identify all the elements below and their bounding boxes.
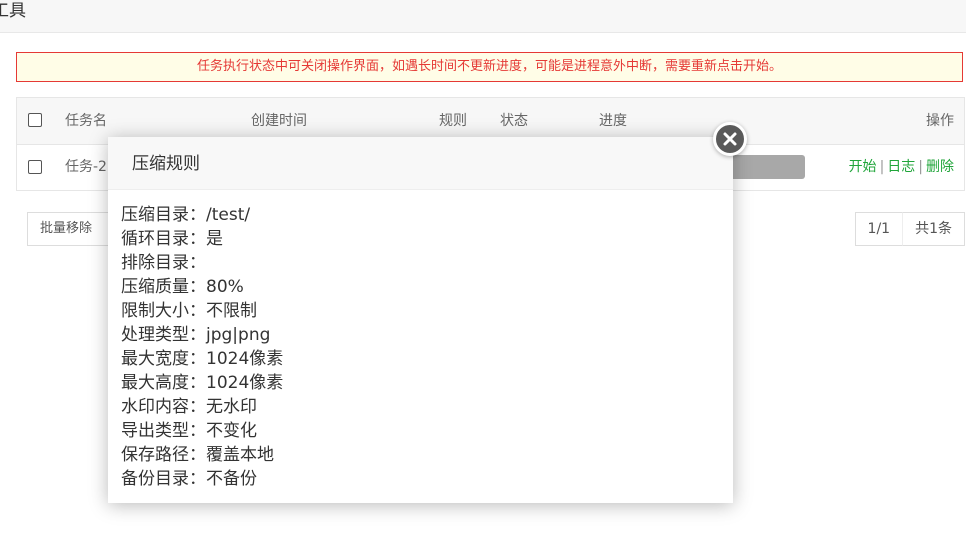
delete-link[interactable]: 删除: [926, 159, 954, 175]
row-checkbox[interactable]: [28, 160, 42, 174]
rule-value: 是: [206, 229, 223, 249]
compression-rule-dialog: 压缩规则 压缩目录：/test/ 循环目录：是 排除目录： 压缩质量：80% 限…: [108, 137, 733, 503]
page-title: 工具: [0, 1, 26, 21]
rule-label: 水印内容：: [121, 397, 206, 417]
rule-row: 最大宽度：1024像素: [121, 347, 733, 371]
rule-label: 保存路径：: [121, 445, 206, 465]
dialog-title: 压缩规则: [132, 154, 200, 174]
rule-value: 不备份: [206, 469, 257, 489]
rule-label: 最大高度：: [121, 373, 206, 393]
rule-row: 备份目录：不备份: [121, 467, 733, 491]
rule-label: 最大宽度：: [121, 349, 206, 369]
rule-label: 循环目录：: [121, 229, 206, 249]
dialog-body: 压缩目录：/test/ 循环目录：是 排除目录： 压缩质量：80% 限制大小：不…: [108, 190, 733, 491]
rule-value: 无水印: [206, 397, 257, 417]
rule-value: /test/: [206, 205, 251, 225]
close-icon: [723, 132, 737, 146]
rule-row: 处理类型：jpg|png: [121, 323, 733, 347]
rule-value: 1024像素: [206, 349, 284, 369]
rule-value: 1024像素: [206, 373, 284, 393]
warning-alert: 任务执行状态中可关闭操作界面，如遇长时间不更新进度，可能是进程意外中断，需要重新…: [16, 52, 963, 82]
start-link[interactable]: 开始: [849, 159, 877, 175]
rule-label: 排除目录：: [121, 253, 206, 273]
action-separator: |: [879, 159, 885, 175]
rule-row: 保存路径：覆盖本地: [121, 443, 733, 467]
total-count: 共1条: [902, 212, 965, 246]
dialog-header: 压缩规则: [108, 137, 733, 190]
rule-label: 备份目录：: [121, 469, 206, 489]
rule-row: 最大高度：1024像素: [121, 371, 733, 395]
rule-row: 循环目录：是: [121, 227, 733, 251]
rule-row: 压缩质量：80%: [121, 275, 733, 299]
task-name: 任务-2: [65, 159, 107, 175]
pagination: 1/1 共1条: [854, 212, 965, 246]
column-header-actions: 操作: [926, 113, 954, 129]
column-header-name: 任务名: [65, 113, 107, 129]
rule-value: 不限制: [206, 301, 257, 321]
row-actions: 开始 | 日志 | 删除: [849, 145, 954, 189]
rule-value: 80%: [206, 277, 244, 297]
page-header: 工具: [0, 0, 966, 33]
rule-row: 限制大小：不限制: [121, 299, 733, 323]
bulk-remove-button[interactable]: 批量移除: [27, 212, 117, 246]
rule-row: 水印内容：无水印: [121, 395, 733, 419]
page-indicator[interactable]: 1/1: [854, 212, 904, 246]
progress-bar: [727, 155, 805, 179]
rule-label: 处理类型：: [121, 325, 206, 345]
close-dialog-button[interactable]: [713, 122, 747, 156]
rule-label: 限制大小：: [121, 301, 206, 321]
rule-value: 不变化: [206, 421, 257, 441]
log-link[interactable]: 日志: [887, 159, 915, 175]
rule-value: 覆盖本地: [206, 445, 274, 465]
rule-label: 导出类型：: [121, 421, 206, 441]
rule-row: 导出类型：不变化: [121, 419, 733, 443]
rule-row: 压缩目录：/test/: [121, 203, 733, 227]
action-separator: |: [918, 159, 923, 175]
rule-label: 压缩质量：: [121, 277, 206, 297]
select-all-checkbox[interactable]: [28, 113, 42, 127]
rule-value: jpg|png: [206, 325, 271, 345]
rule-label: 压缩目录：: [121, 205, 206, 225]
rule-row: 排除目录：: [121, 251, 733, 275]
